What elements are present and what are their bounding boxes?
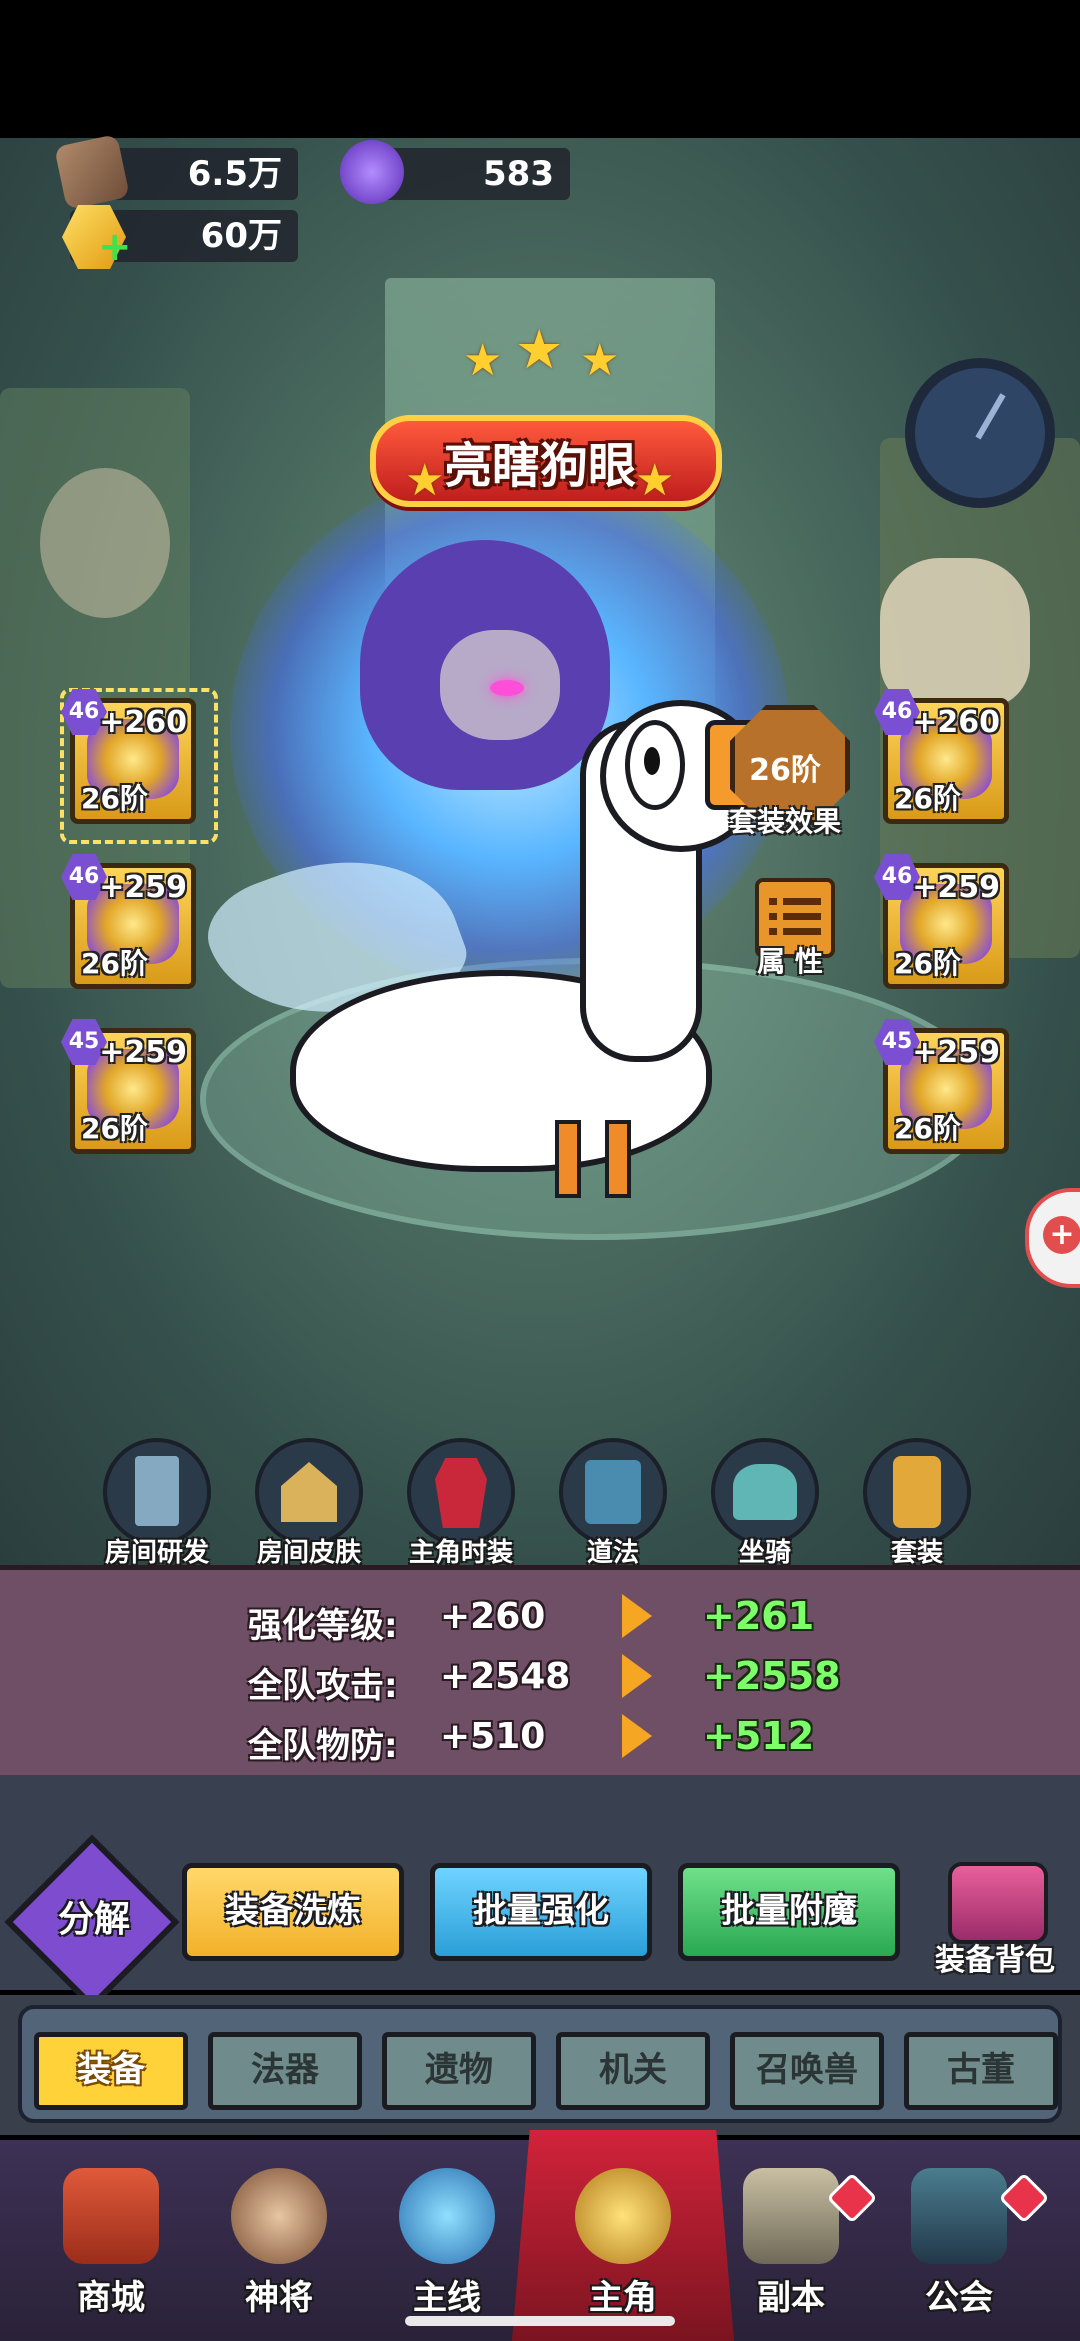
stat-label: 强化等级: bbox=[248, 1606, 398, 1646]
star-icon: ★ bbox=[405, 455, 445, 506]
star-icon: ★ bbox=[463, 335, 503, 386]
tab-artifact[interactable]: 法器 bbox=[208, 2032, 362, 2110]
hero-glowing-eye bbox=[490, 680, 524, 696]
room-skin-button[interactable]: 房间皮肤 bbox=[254, 1438, 364, 1569]
stat-current: +2548 bbox=[440, 1656, 571, 1697]
nav-shop-label: 商城 bbox=[77, 2278, 145, 2318]
spellbook-icon bbox=[559, 1438, 667, 1546]
nav-protagonist[interactable]: 主角 bbox=[548, 2160, 698, 2340]
lucky-cat-decor bbox=[880, 558, 1030, 708]
tab-relic[interactable]: 遗物 bbox=[382, 2032, 536, 2110]
shop-icon bbox=[63, 2168, 159, 2264]
slot-enhance-level: +260 bbox=[99, 705, 187, 740]
nav-heroes-label: 神将 bbox=[245, 2278, 313, 2318]
hero-icon bbox=[231, 2168, 327, 2264]
gamepad-icon: + bbox=[1043, 1216, 1080, 1254]
equip-slot-armor[interactable]: 45 +259 26阶 bbox=[61, 1019, 196, 1154]
stat-current: +510 bbox=[440, 1716, 546, 1757]
guild-icon bbox=[911, 2168, 1007, 2264]
set-scroll-icon bbox=[863, 1438, 971, 1546]
stat-label: 全队攻击: bbox=[248, 1666, 398, 1706]
home-indicator[interactable] bbox=[405, 2316, 675, 2326]
equip-slot-helmet[interactable]: 46 +260 26阶 bbox=[61, 689, 196, 824]
arrow-right-icon bbox=[622, 1714, 652, 1758]
slot-enhance-level: +259 bbox=[99, 1035, 187, 1070]
slot-enhance-level: +259 bbox=[912, 1035, 1000, 1070]
slot-enhance-level: +259 bbox=[99, 870, 187, 905]
slot-tier: 26阶 bbox=[894, 1112, 961, 1145]
arrow-right-icon bbox=[622, 1654, 652, 1698]
refine-button[interactable]: 装备洗炼 bbox=[182, 1863, 404, 1961]
wall-clock-decor bbox=[905, 358, 1055, 508]
costume-label: 主角时装 bbox=[408, 1538, 513, 1568]
batch-enhance-button[interactable]: 批量强化 bbox=[430, 1863, 652, 1961]
goose-eye bbox=[625, 720, 685, 810]
crossed-swords-icon bbox=[399, 2168, 495, 2264]
nav-main-quest-label: 主线 bbox=[413, 2278, 481, 2318]
nav-heroes[interactable]: 神将 bbox=[204, 2160, 354, 2340]
mount-label: 坐骑 bbox=[738, 1538, 791, 1568]
room-skin-icon bbox=[255, 1438, 363, 1546]
goose-leg bbox=[555, 1120, 581, 1198]
stat-next: +2558 bbox=[703, 1654, 841, 1698]
mount-icon bbox=[711, 1438, 819, 1546]
set-effect-tier: 26阶 bbox=[749, 753, 821, 788]
status-bar bbox=[0, 0, 1080, 138]
costume-icon bbox=[407, 1438, 515, 1546]
purple-demon-crystal-icon bbox=[340, 140, 404, 204]
nav-protagonist-label: 主角 bbox=[589, 2278, 657, 2318]
room-research-label: 房间研发 bbox=[104, 1538, 209, 1568]
nav-shop[interactable]: 商城 bbox=[36, 2160, 186, 2340]
goose-leg bbox=[605, 1120, 631, 1198]
slot-enhance-level: +260 bbox=[912, 705, 1000, 740]
star-icon: ★ bbox=[580, 335, 620, 386]
teddy-bear-decor bbox=[40, 468, 170, 618]
room-skin-label: 房间皮肤 bbox=[256, 1538, 361, 1568]
equip-slot-gloves[interactable]: 46 +259 26阶 bbox=[874, 854, 1009, 989]
nav-guild-label: 公会 bbox=[925, 2278, 993, 2318]
nav-dungeon-label: 副本 bbox=[757, 2278, 825, 2318]
star-icon: ★ bbox=[515, 318, 564, 381]
stat-next: +261 bbox=[703, 1594, 815, 1638]
equip-slot-shoulder[interactable]: 46 +260 26阶 bbox=[874, 689, 1009, 824]
room-research-button[interactable]: 房间研发 bbox=[102, 1438, 212, 1569]
slot-enhance-level: +259 bbox=[912, 870, 1000, 905]
tab-mechanism[interactable]: 机关 bbox=[556, 2032, 710, 2110]
equip-slot-belt[interactable]: 46 +259 26阶 bbox=[61, 854, 196, 989]
set-label: 套装 bbox=[890, 1538, 943, 1568]
attributes-label[interactable]: 属 性 bbox=[735, 940, 845, 980]
slot-tier: 26阶 bbox=[894, 782, 961, 815]
room-research-icon bbox=[103, 1438, 211, 1546]
equip-slot-boots[interactable]: 45 +259 26阶 bbox=[874, 1019, 1009, 1154]
stat-current: +260 bbox=[440, 1596, 546, 1637]
set-button[interactable]: 套装 bbox=[862, 1438, 972, 1569]
star-icon: ★ bbox=[635, 455, 675, 506]
taoism-button[interactable]: 道法 bbox=[558, 1438, 668, 1569]
dungeon-icon bbox=[743, 2168, 839, 2264]
costume-button[interactable]: 主角时装 bbox=[406, 1438, 516, 1569]
slot-tier: 26阶 bbox=[81, 782, 148, 815]
batch-enchant-button[interactable]: 批量附魔 bbox=[678, 1863, 900, 1961]
backpack-label[interactable]: 装备背包 bbox=[920, 1935, 1070, 1979]
plus-icon[interactable]: + bbox=[98, 227, 132, 267]
mount-button[interactable]: 坐骑 bbox=[710, 1438, 820, 1569]
stat-label: 全队物防: bbox=[248, 1726, 398, 1766]
tab-summon[interactable]: 召唤兽 bbox=[730, 2032, 884, 2110]
wood-plank-icon bbox=[54, 134, 130, 210]
tab-antique[interactable]: 古董 bbox=[904, 2032, 1058, 2110]
protagonist-icon bbox=[575, 2168, 671, 2264]
tab-equipment[interactable]: 装备 bbox=[34, 2032, 188, 2110]
taoism-label: 道法 bbox=[586, 1538, 639, 1568]
stat-next: +512 bbox=[703, 1714, 815, 1758]
decompose-label[interactable]: 分解 bbox=[30, 1890, 158, 1942]
arrow-right-icon bbox=[622, 1594, 652, 1638]
nav-main-quest[interactable]: 主线 bbox=[372, 2160, 522, 2340]
set-effect-label[interactable]: 套装效果 bbox=[715, 800, 855, 840]
slot-tier: 26阶 bbox=[81, 1112, 148, 1145]
slot-tier: 26阶 bbox=[894, 947, 961, 980]
slot-tier: 26阶 bbox=[81, 947, 148, 980]
backpack-icon[interactable] bbox=[948, 1862, 1048, 1944]
enhance-stats-panel: 强化等级: +260 +261 全队攻击: +2548 +2558 全队物防: … bbox=[0, 1565, 1080, 1780]
